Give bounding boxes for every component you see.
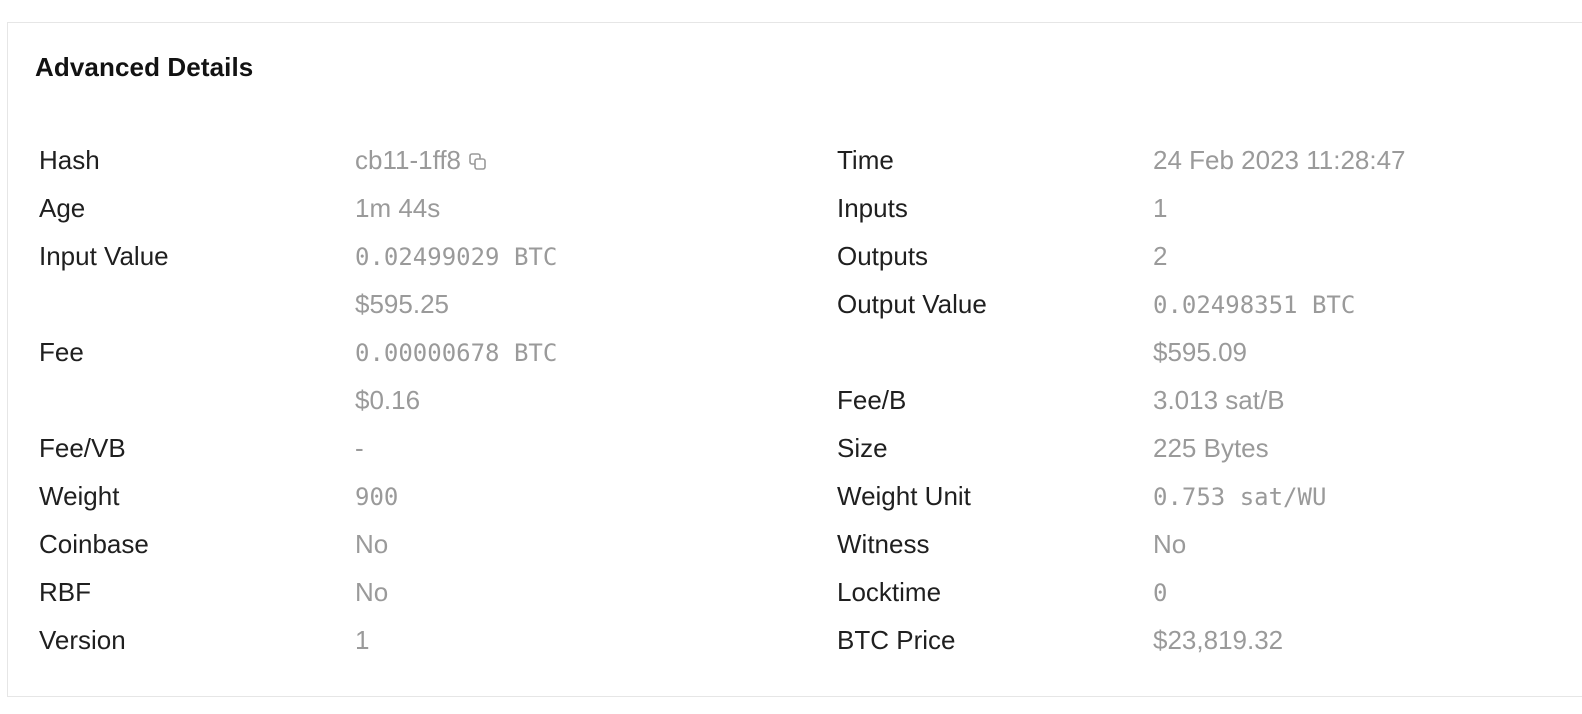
detail-value: No — [1153, 529, 1187, 559]
detail-value: $0.16 — [355, 385, 421, 415]
detail-label: Locktime — [837, 577, 942, 607]
detail-value: No — [355, 577, 389, 607]
detail-value: 0.02499029 BTC — [355, 243, 558, 271]
detail-value-group: 1 — [1153, 184, 1167, 232]
detail-row-fee-vb: Fee/VB - — [39, 424, 557, 472]
detail-value: 0 — [1153, 579, 1168, 607]
detail-label: BTC Price — [837, 625, 956, 655]
detail-row-fee-b: Fee/B 3.013 sat/B — [837, 376, 1406, 424]
detail-label: Input Value — [39, 241, 169, 271]
detail-row-locktime: Locktime 0 — [837, 568, 1406, 616]
detail-row-coinbase: Coinbase No — [39, 520, 557, 568]
detail-value: 1 — [1153, 193, 1168, 223]
detail-value: 0.753 sat/WU — [1153, 483, 1327, 511]
detail-row-version: Version 1 — [39, 616, 557, 664]
detail-label: Output Value — [837, 289, 987, 319]
detail-label: Age — [39, 193, 86, 223]
detail-value: 24 Feb 2023 11:28:47 — [1153, 145, 1406, 175]
detail-label: Witness — [837, 529, 930, 559]
detail-row-outputs: Outputs 2 — [837, 232, 1406, 280]
detail-label: Hash — [39, 145, 100, 175]
detail-label: Fee/B — [837, 385, 907, 415]
detail-value: 3.013 sat/B — [1153, 385, 1285, 415]
detail-row-fee: Fee 0.00000678 BTC $0.16 — [39, 328, 557, 424]
detail-row-inputs: Inputs 1 — [837, 184, 1406, 232]
detail-row-time: Time 24 Feb 2023 11:28:47 — [837, 136, 1406, 184]
detail-label: Size — [837, 433, 888, 463]
detail-value-group: 1 — [355, 616, 369, 664]
detail-label: Weight — [39, 481, 120, 511]
detail-value: cb11-1ff8 — [355, 145, 462, 175]
detail-value: $595.09 — [1153, 337, 1247, 367]
detail-row-rbf: RBF No — [39, 568, 557, 616]
copy-icon[interactable] — [469, 153, 486, 170]
detail-row-weight-unit: Weight Unit 0.753 sat/WU — [837, 472, 1406, 520]
advanced-details-panel: Advanced Details Hash cb11-1ff8 Age 1m 44s I… — [7, 22, 1582, 697]
detail-value-group: 24 Feb 2023 11:28:47 — [1153, 136, 1406, 184]
detail-row-input-value: Input Value 0.02499029 BTC $595.25 — [39, 232, 557, 328]
detail-value: 0.00000678 BTC — [355, 339, 558, 367]
detail-label: Time — [837, 145, 894, 175]
detail-value: 1m 44s — [355, 193, 441, 223]
detail-row-age: Age 1m 44s — [39, 184, 557, 232]
detail-value-group: 0 — [1153, 568, 1167, 616]
detail-value: - — [355, 433, 364, 463]
detail-label: Outputs — [837, 241, 929, 271]
detail-row-btc-price: BTC Price $23,819.32 — [837, 616, 1406, 664]
detail-label: Coinbase — [39, 529, 149, 559]
detail-value-group: 225 Bytes — [1153, 424, 1269, 472]
section-title: Advanced Details — [35, 52, 254, 82]
detail-label: Version — [39, 625, 126, 655]
detail-value-group: No — [355, 568, 388, 616]
detail-value: $595.25 — [355, 289, 449, 319]
detail-row-witness: Witness No — [837, 520, 1406, 568]
detail-value-group: 1m 44s — [355, 184, 440, 232]
detail-value: 225 Bytes — [1153, 433, 1269, 463]
details-column-right: Time 24 Feb 2023 11:28:47 Inputs 1 Outputs 2 O… — [837, 136, 1406, 664]
detail-label: Inputs — [837, 193, 908, 223]
detail-value-group: 0.02499029 BTC $595.25 — [355, 232, 557, 328]
detail-value-group: cb11-1ff8 — [355, 136, 486, 184]
detail-value: $23,819.32 — [1153, 625, 1284, 655]
detail-value: 0.02498351 BTC — [1153, 291, 1356, 319]
detail-value-group: 0.753 sat/WU — [1153, 472, 1326, 520]
detail-label: Fee — [39, 337, 84, 367]
detail-row-output-value: Output Value 0.02498351 BTC $595.09 — [837, 280, 1406, 376]
detail-value-group: 3.013 sat/B — [1153, 376, 1285, 424]
detail-value-group: No — [1153, 520, 1186, 568]
detail-value-group: No — [355, 520, 388, 568]
detail-value: 2 — [1153, 241, 1168, 271]
detail-value-group: 2 — [1153, 232, 1167, 280]
detail-value: 1 — [355, 625, 370, 655]
detail-value-group: 900 — [355, 472, 398, 520]
detail-label: RBF — [39, 577, 91, 607]
detail-value: No — [355, 529, 389, 559]
detail-value-group: - — [355, 424, 364, 472]
detail-label: Weight Unit — [837, 481, 971, 511]
detail-value-group: 0.02498351 BTC $595.09 — [1153, 280, 1355, 376]
detail-label: Fee/VB — [39, 433, 126, 463]
detail-row-size: Size 225 Bytes — [837, 424, 1406, 472]
detail-row-hash: Hash cb11-1ff8 — [39, 136, 557, 184]
detail-value-group: $23,819.32 — [1153, 616, 1283, 664]
detail-value-group: 0.00000678 BTC $0.16 — [355, 328, 557, 424]
detail-row-weight: Weight 900 — [39, 472, 557, 520]
detail-value: 900 — [355, 483, 399, 511]
details-column-left: Hash cb11-1ff8 Age 1m 44s Input Value 0.02499… — [39, 136, 557, 664]
